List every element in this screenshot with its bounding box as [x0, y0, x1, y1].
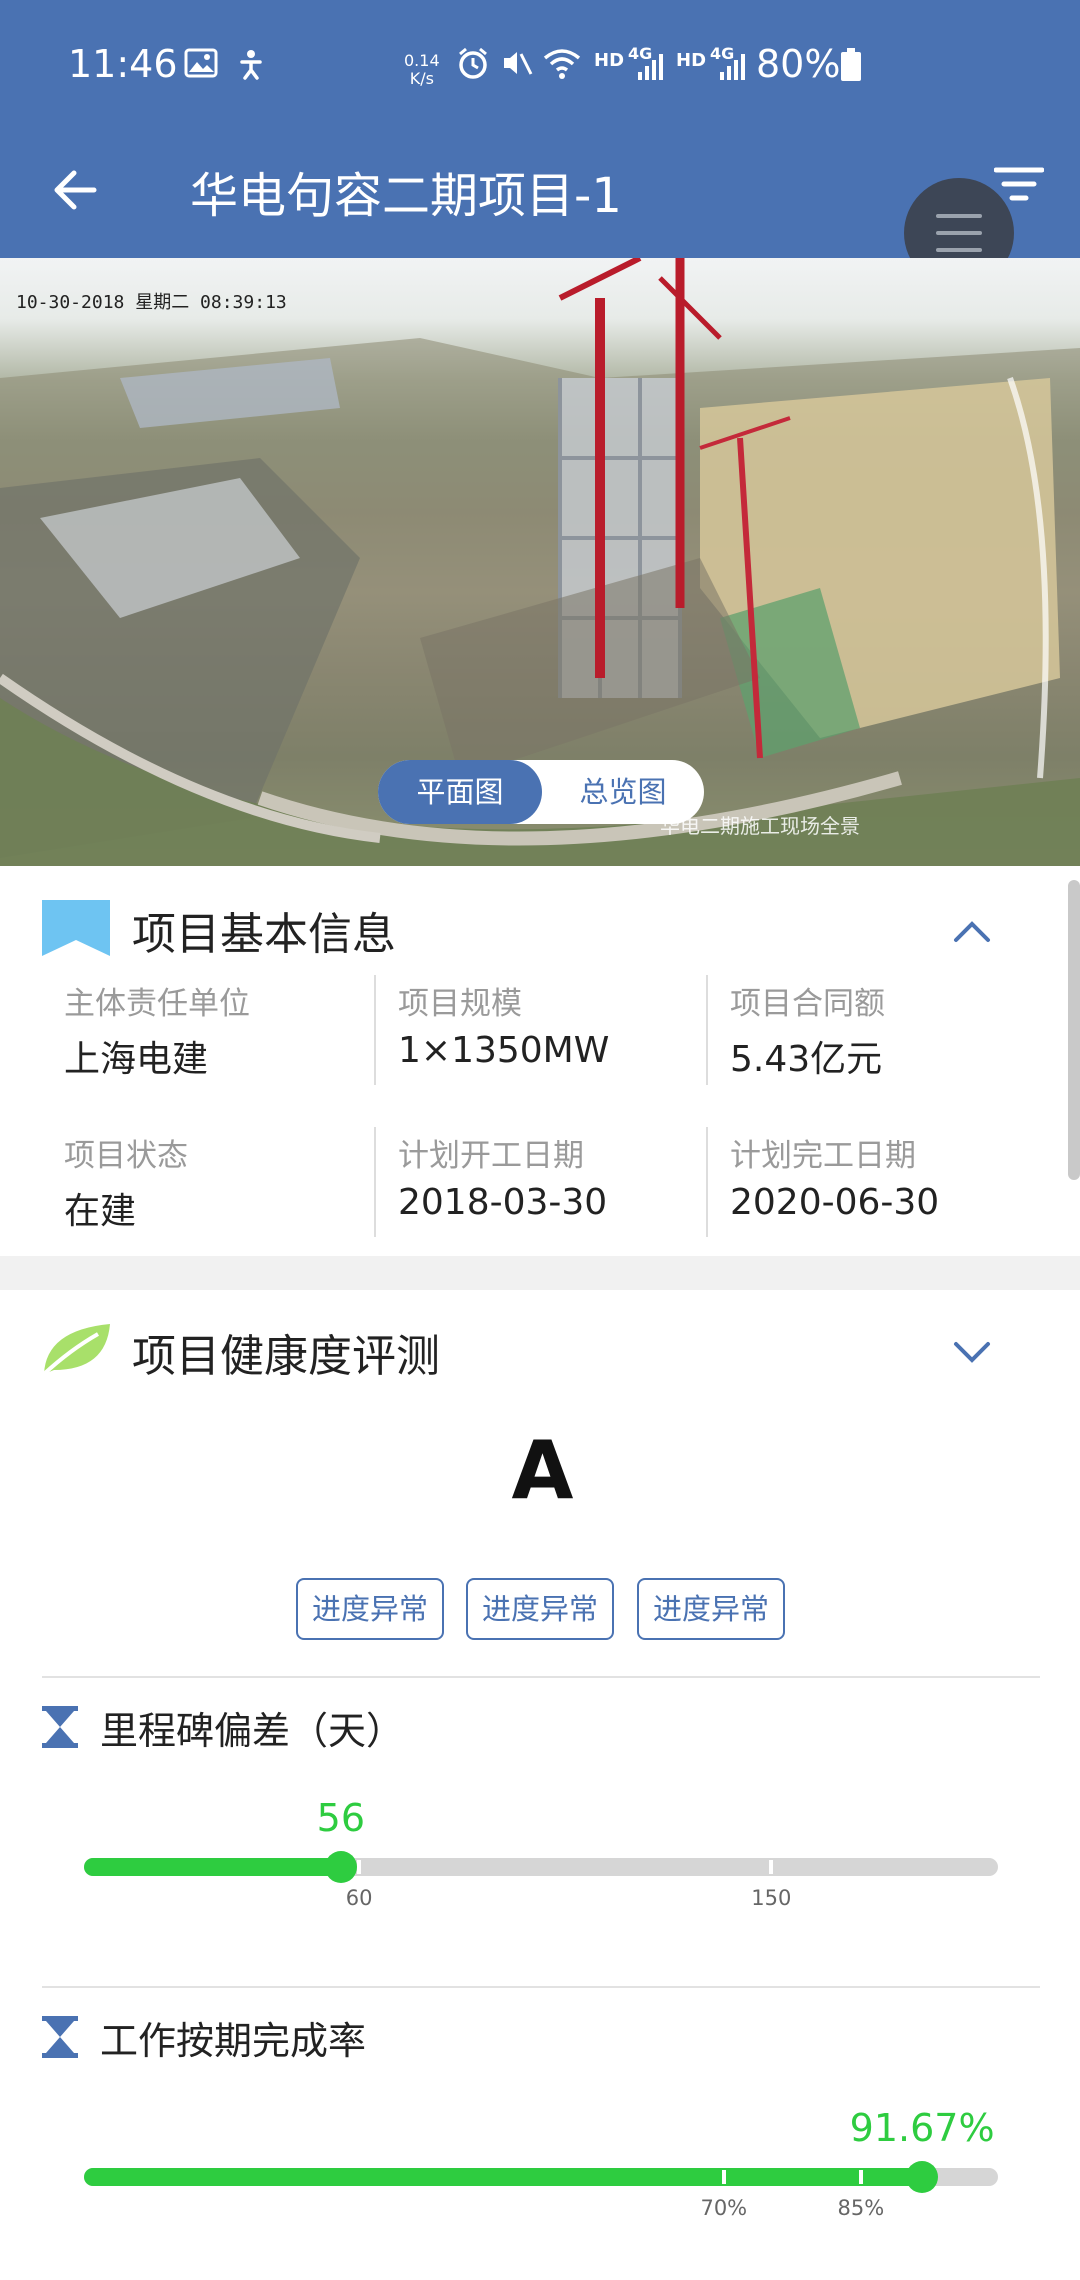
photo-timestamp: 10-30-2018 星期二 08:39:13: [16, 292, 287, 313]
signal-icon-1: [636, 50, 666, 86]
milestone-deviation-title: 里程碑偏差（天）: [100, 1709, 405, 1753]
basic-info-title: 项目基本信息: [132, 909, 396, 960]
arrow-left-icon: [54, 170, 97, 210]
threshold-tick: [769, 1860, 774, 1874]
menu-icon: [936, 214, 982, 218]
field-label-planned-end: 计划完工日期: [730, 1138, 916, 1174]
wifi-icon: [542, 46, 582, 84]
column-divider: [706, 1127, 708, 1237]
tick-label: 150: [751, 1886, 792, 1910]
status-time: 11:46: [68, 42, 178, 86]
status-tag[interactable]: 进度异常: [637, 1578, 785, 1640]
alarm-icon: [456, 46, 490, 84]
field-value-planned-end: 2020-06-30: [730, 1182, 940, 1223]
on-time-completion-bar: [84, 2168, 998, 2186]
tick-label: 70%: [700, 2196, 748, 2220]
hourglass-icon: [42, 1706, 78, 1748]
status-tag[interactable]: 进度异常: [466, 1578, 614, 1640]
field-label-contract-amount: 项目合同额: [730, 986, 885, 1022]
scrollbar[interactable]: [1068, 880, 1080, 1180]
signal-icon-2: [718, 50, 748, 86]
divider: [42, 1986, 1040, 1988]
threshold-tick: [721, 2170, 726, 2184]
divider: [42, 1676, 1040, 1678]
field-value-planned-start: 2018-03-30: [398, 1182, 608, 1223]
field-value-scale: 1×1350MW: [398, 1030, 610, 1071]
network-speed: 0.14 K/s: [404, 52, 440, 88]
tick-label: 85%: [837, 2196, 885, 2220]
chevron-down-icon: [954, 1342, 990, 1363]
tick-label: 60: [345, 1886, 373, 1910]
on-time-completion-value: 91.67%: [849, 2106, 995, 2150]
value-marker: [906, 2161, 939, 2193]
hourglass-icon: [42, 2016, 78, 2058]
field-label-responsible-unit: 主体责任单位: [64, 986, 250, 1022]
view-toggle: 平面图 总览图: [378, 760, 704, 824]
health-section-title: 项目健康度评测: [132, 1331, 440, 1382]
plan-view-button[interactable]: 平面图: [378, 760, 542, 824]
column-divider: [706, 975, 708, 1085]
menu-icon-line: [936, 231, 982, 235]
progress-fill: [84, 2168, 923, 2186]
battery-icon: [840, 48, 862, 86]
status-tag[interactable]: 进度异常: [296, 1578, 444, 1640]
collapse-basic-info-button[interactable]: [950, 910, 994, 954]
expand-health-button[interactable]: [950, 1330, 994, 1374]
page-title: 华电句容二期项目-1: [190, 168, 622, 224]
field-label-planned-start: 计划开工日期: [398, 1138, 584, 1174]
field-value-status: 在建: [64, 1191, 137, 1232]
network-speed-value: 0.14: [404, 51, 440, 70]
chevron-up-icon: [954, 921, 990, 942]
column-divider: [374, 975, 376, 1085]
overview-button[interactable]: 总览图: [542, 760, 704, 824]
accessibility-icon: [236, 48, 266, 84]
section-divider: [0, 1256, 1080, 1290]
on-time-completion-title: 工作按期完成率: [100, 2019, 367, 2063]
back-button[interactable]: [46, 160, 106, 220]
bookmark-icon: [42, 900, 110, 956]
battery-percent: 80%: [756, 42, 841, 86]
health-grade: A: [511, 1424, 574, 1517]
network-speed-unit: K/s: [409, 69, 434, 88]
progress-fill: [84, 1858, 341, 1876]
menu-icon-line: [936, 248, 982, 252]
field-label-status: 项目状态: [64, 1138, 188, 1174]
milestone-deviation-value: 56: [316, 1796, 365, 1840]
field-value-contract-amount: 5.43亿元: [730, 1039, 883, 1080]
threshold-tick: [858, 2170, 863, 2184]
value-marker: [324, 1851, 357, 1883]
mute-icon: [500, 46, 534, 84]
field-label-scale: 项目规模: [398, 986, 522, 1022]
threshold-tick: [357, 1860, 362, 1874]
milestone-deviation-bar: [84, 1858, 998, 1876]
hd-indicator-2: HD: [676, 50, 707, 71]
gallery-icon: [184, 48, 218, 82]
leaf-icon: [40, 1320, 112, 1378]
field-value-responsible-unit: 上海电建: [64, 1039, 209, 1080]
hd-indicator-1: HD: [594, 50, 625, 71]
column-divider: [374, 1127, 376, 1237]
